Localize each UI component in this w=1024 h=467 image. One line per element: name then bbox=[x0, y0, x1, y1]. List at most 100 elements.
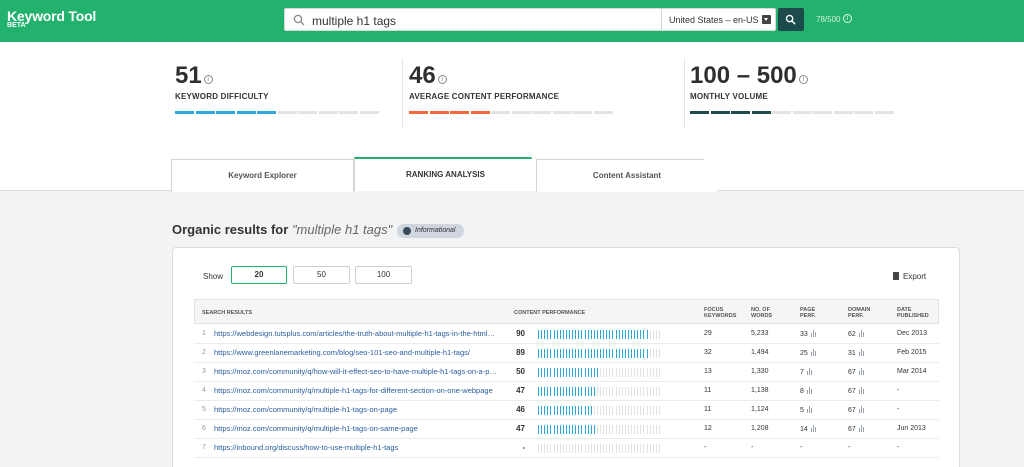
bar-tick bbox=[556, 368, 558, 377]
meter-segment bbox=[710, 111, 730, 114]
bar-tick bbox=[640, 444, 642, 453]
meter-segment bbox=[552, 111, 572, 114]
content-score: 47 bbox=[516, 386, 525, 395]
bar-tick bbox=[556, 387, 558, 396]
bar-tick bbox=[569, 349, 570, 358]
row-number: 6 bbox=[202, 425, 206, 432]
bar-tick bbox=[553, 406, 555, 415]
bar-chart-icon bbox=[806, 406, 813, 413]
info-icon[interactable]: i bbox=[203, 75, 213, 84]
bar-tick bbox=[649, 444, 651, 453]
bar-tick bbox=[553, 444, 555, 453]
bar-tick bbox=[637, 387, 639, 396]
bar-tick bbox=[587, 444, 589, 453]
bar-tick bbox=[596, 368, 598, 377]
col-domain-perf[interactable]: DOMAIN PERF. bbox=[848, 307, 882, 319]
bar-tick bbox=[581, 425, 583, 434]
bar-tick bbox=[652, 444, 654, 453]
bar-tick bbox=[655, 444, 657, 453]
word-count: - bbox=[751, 444, 754, 451]
result-link[interactable]: https://moz.com/community/q/multiple-h1-… bbox=[214, 405, 499, 414]
col-content-performance[interactable]: CONTENT PERFORMANCE bbox=[514, 310, 585, 316]
bar-tick bbox=[627, 387, 629, 396]
page-size-20[interactable]: 20 bbox=[231, 266, 287, 284]
bar-tick bbox=[550, 406, 552, 415]
bar-tick bbox=[578, 406, 580, 415]
divider bbox=[684, 58, 685, 128]
bar-tick bbox=[621, 444, 623, 453]
bar-tick bbox=[658, 425, 660, 434]
col-date-published[interactable]: DATE PUBLISHED bbox=[897, 307, 931, 319]
tab-content-assistant[interactable]: Content Assistant bbox=[536, 159, 718, 192]
bar-tick bbox=[634, 330, 636, 339]
intent-icon bbox=[403, 227, 411, 235]
bar-tick bbox=[547, 406, 549, 415]
bar-tick bbox=[624, 444, 626, 453]
chevron-down-icon[interactable] bbox=[762, 15, 771, 24]
info-icon[interactable]: i bbox=[798, 75, 808, 84]
col-page-perf[interactable]: PAGE PERF. bbox=[800, 307, 830, 319]
bar-tick bbox=[593, 387, 595, 396]
bar-tick bbox=[593, 444, 595, 453]
bar-tick bbox=[562, 444, 564, 453]
meter-segment bbox=[257, 111, 276, 114]
bar-tick bbox=[559, 444, 561, 453]
result-link[interactable]: https://moz.com/community/q/how-will-it-… bbox=[214, 367, 499, 376]
info-icon[interactable]: i bbox=[843, 14, 852, 23]
bar-tick bbox=[618, 387, 620, 396]
bar-tick bbox=[631, 368, 632, 377]
bar-tick bbox=[643, 330, 645, 339]
bar-tick bbox=[544, 349, 546, 358]
bar-tick bbox=[649, 387, 651, 396]
bar-tick bbox=[634, 425, 636, 434]
col-search-results[interactable]: SEARCH RESULTS bbox=[202, 310, 252, 316]
top-bar: Keyword Tool BETA multiple h1 tags Unite… bbox=[0, 0, 1024, 42]
bar-tick bbox=[655, 406, 657, 415]
word-count: 5,233 bbox=[751, 330, 769, 337]
bar-tick bbox=[538, 425, 539, 434]
logo[interactable]: Keyword Tool BETA bbox=[7, 9, 96, 30]
tab-keyword-explorer[interactable]: Keyword Explorer bbox=[171, 159, 354, 192]
bar-tick bbox=[606, 330, 608, 339]
search-input[interactable]: multiple h1 tags bbox=[312, 14, 396, 28]
result-link[interactable]: https://inbound.org/discuss/how-to-use-m… bbox=[214, 443, 499, 452]
bar-tick bbox=[575, 444, 577, 453]
meter-segment bbox=[751, 111, 771, 114]
search-divider bbox=[661, 9, 662, 30]
page-perf-value: 14 bbox=[800, 426, 808, 433]
show-label: Show bbox=[203, 272, 224, 281]
bar-tick bbox=[658, 387, 660, 396]
bar-tick bbox=[590, 330, 592, 339]
bar-tick bbox=[600, 387, 601, 396]
bar-tick bbox=[615, 368, 617, 377]
focus-keywords: 13 bbox=[704, 368, 712, 375]
bar-tick bbox=[609, 349, 611, 358]
metric-value: 100 – 500 bbox=[690, 62, 797, 89]
result-link[interactable]: https://webdesign.tutsplus.com/articles/… bbox=[214, 329, 499, 338]
metric-keyword-difficulty: 51 i KEYWORD DIFFICULTY bbox=[175, 62, 269, 101]
bar-tick bbox=[544, 387, 546, 396]
bar-tick bbox=[603, 368, 605, 377]
result-link[interactable]: https://moz.com/community/q/multiple-h1-… bbox=[214, 424, 499, 433]
page-perf: 14 bbox=[800, 425, 817, 433]
page-size-100[interactable]: 100 bbox=[355, 266, 412, 284]
result-link[interactable]: https://moz.com/community/q/multiple-h1-… bbox=[214, 386, 499, 395]
tab-ranking-analysis[interactable]: RANKING ANALYSIS bbox=[354, 157, 537, 191]
page-perf-value: 5 bbox=[800, 407, 804, 414]
meter-segment bbox=[409, 111, 428, 114]
result-link[interactable]: https://www.greenlanemarketing.com/blog/… bbox=[214, 348, 499, 357]
location-select[interactable]: United States – en-US bbox=[669, 15, 759, 25]
bar-tick bbox=[612, 330, 614, 339]
col-focus-keywords[interactable]: FOCUS KEYWORDS bbox=[704, 307, 746, 319]
bar-tick bbox=[652, 330, 654, 339]
bar-tick bbox=[646, 425, 648, 434]
table-row: 7 https://inbound.org/discuss/how-to-use-… bbox=[194, 439, 939, 458]
info-icon[interactable]: i bbox=[437, 75, 447, 84]
page-size-50[interactable]: 50 bbox=[293, 266, 350, 284]
page-perf-value: 7 bbox=[800, 369, 804, 376]
bar-tick bbox=[569, 368, 570, 377]
bar-tick bbox=[627, 368, 629, 377]
col-no-of-words[interactable]: NO. OF WORDS bbox=[751, 307, 785, 319]
search-button[interactable] bbox=[778, 8, 804, 31]
export-button[interactable]: Export bbox=[893, 272, 926, 281]
